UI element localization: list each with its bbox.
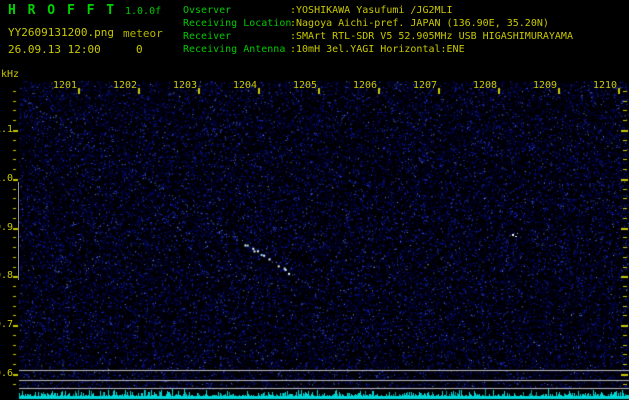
y-axis-label: 0.8 <box>0 270 13 282</box>
left-edge-marker <box>18 182 19 280</box>
app-version: 1.0.0f <box>125 6 162 17</box>
receiver-label: Receiver <box>183 31 232 42</box>
y-axis-label: 0.7 <box>0 319 13 331</box>
receiving-location-label: Receiving Location <box>183 18 292 29</box>
x-axis-label: 1207 <box>412 80 438 91</box>
output-filename: YY2609131200.png <box>8 26 114 39</box>
receiver-row: Receiver :SMArt RTL-SDR V5 52.905MHz USB … <box>183 30 573 43</box>
receiving-antenna-label: Receiving Antenna <box>183 44 286 55</box>
mode-label: meteor <box>123 27 163 40</box>
x-axis-label: 1201 <box>52 80 78 91</box>
x-axis-label: 1205 <box>292 80 318 91</box>
receiving-location-value: :Nagoya Aichi-pref. JAPAN (136.90E, 35.2… <box>290 18 549 29</box>
x-axis-label: 1202 <box>112 80 138 91</box>
y-axis-label: 1.0 <box>0 172 13 184</box>
y-axis-unit-label: kHz <box>1 69 20 80</box>
x-axis-label: 1204 <box>232 80 258 91</box>
x-axis-label: 1210 <box>592 80 618 91</box>
station-info: Ovserver :YOSHIKAWA Yasufumi /JG2MLI Rece… <box>183 4 573 56</box>
receiver-value: :SMArt RTL-SDR V5 52.905MHz USB HIGASHIM… <box>290 31 573 42</box>
receiving-antenna-value: :10mH 3el.YAGI Horizontal:ENE <box>290 44 465 55</box>
observer-value: :YOSHIKAWA Yasufumi /JG2MLI <box>290 5 453 16</box>
y-axis-label: 1.1 <box>0 124 13 135</box>
spectrogram-canvas <box>0 0 629 400</box>
datetime-label: 26.09.13 12:00 <box>8 43 101 56</box>
meteor-count-value: 0 <box>136 43 143 56</box>
x-axis-label: 1209 <box>532 80 558 91</box>
y-axis-label: 0.9 <box>0 221 13 233</box>
hrofft-window: H R O F F T 1.0.0f YY2609131200.png mete… <box>0 0 629 400</box>
y-axis-label: 0.6 <box>0 368 13 379</box>
x-axis-label: 1203 <box>172 80 198 91</box>
observer-row: Ovserver :YOSHIKAWA Yasufumi /JG2MLI <box>183 4 573 17</box>
x-axis-label: 1208 <box>472 80 498 91</box>
x-axis-label: 1206 <box>352 80 378 91</box>
receiving-location-row: Receiving Location:Nagoya Aichi-pref. JA… <box>183 17 573 30</box>
receiving-antenna-row: Receiving Antenna :10mH 3el.YAGI Horizont… <box>183 43 573 56</box>
observer-label: Ovserver <box>183 5 232 16</box>
app-title: H R O F F T <box>8 3 117 18</box>
